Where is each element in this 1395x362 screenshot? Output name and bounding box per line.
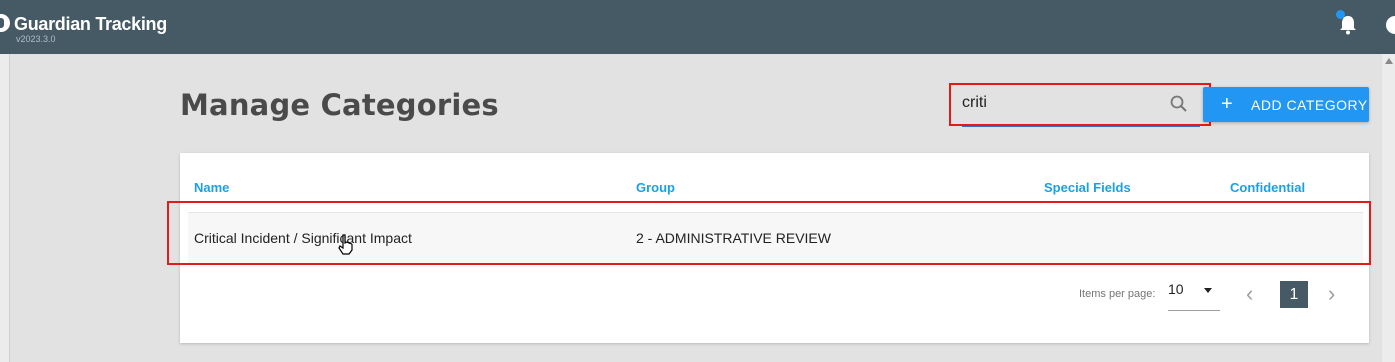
table-row[interactable]: Critical Incident / Significant Impact 2… <box>188 212 1363 264</box>
hand-cursor-icon <box>338 234 353 255</box>
next-page-icon[interactable]: › <box>1328 283 1344 305</box>
categories-table-card: Name Group Special Fields Confidential C… <box>180 153 1369 343</box>
app-logo-icon[interactable] <box>0 14 10 32</box>
add-category-button[interactable]: + ADD CATEGORY <box>1203 87 1369 122</box>
items-per-page-select[interactable]: 10 <box>1168 278 1220 311</box>
sidebar-edge <box>0 54 10 362</box>
previous-page-icon[interactable]: ‹ <box>1246 283 1262 305</box>
add-category-label: ADD CATEGORY <box>1251 97 1368 113</box>
items-per-page-label: Items per page: <box>1079 288 1156 300</box>
app-title[interactable]: Guardian Tracking <box>14 14 167 35</box>
items-per-page-value: 10 <box>1168 281 1184 297</box>
column-header-group[interactable]: Group <box>636 180 675 195</box>
notification-badge <box>1336 10 1345 19</box>
search-input[interactable] <box>962 92 1162 114</box>
current-page-button[interactable]: 1 <box>1280 281 1308 308</box>
scroll-up-icon[interactable] <box>1385 58 1393 64</box>
page-scrollbar[interactable] <box>1382 54 1395 362</box>
column-header-special-fields[interactable]: Special Fields <box>1044 180 1131 195</box>
search-icon[interactable] <box>1169 94 1189 114</box>
app-version: v2023.3.0 <box>16 34 56 44</box>
plus-icon: + <box>1221 93 1234 115</box>
user-account-icon[interactable] <box>1386 16 1395 34</box>
page-title: Manage Categories <box>180 88 499 122</box>
dropdown-caret-icon <box>1204 288 1212 293</box>
column-header-confidential[interactable]: Confidential <box>1230 180 1305 195</box>
column-header-name[interactable]: Name <box>194 180 229 195</box>
category-search-field[interactable] <box>962 84 1200 127</box>
cell-name[interactable]: Critical Incident / Significant Impact <box>194 230 412 246</box>
cell-group[interactable]: 2 - ADMINISTRATIVE REVIEW <box>636 230 831 246</box>
top-app-bar: Guardian Tracking v2023.3.0 <box>0 0 1395 54</box>
